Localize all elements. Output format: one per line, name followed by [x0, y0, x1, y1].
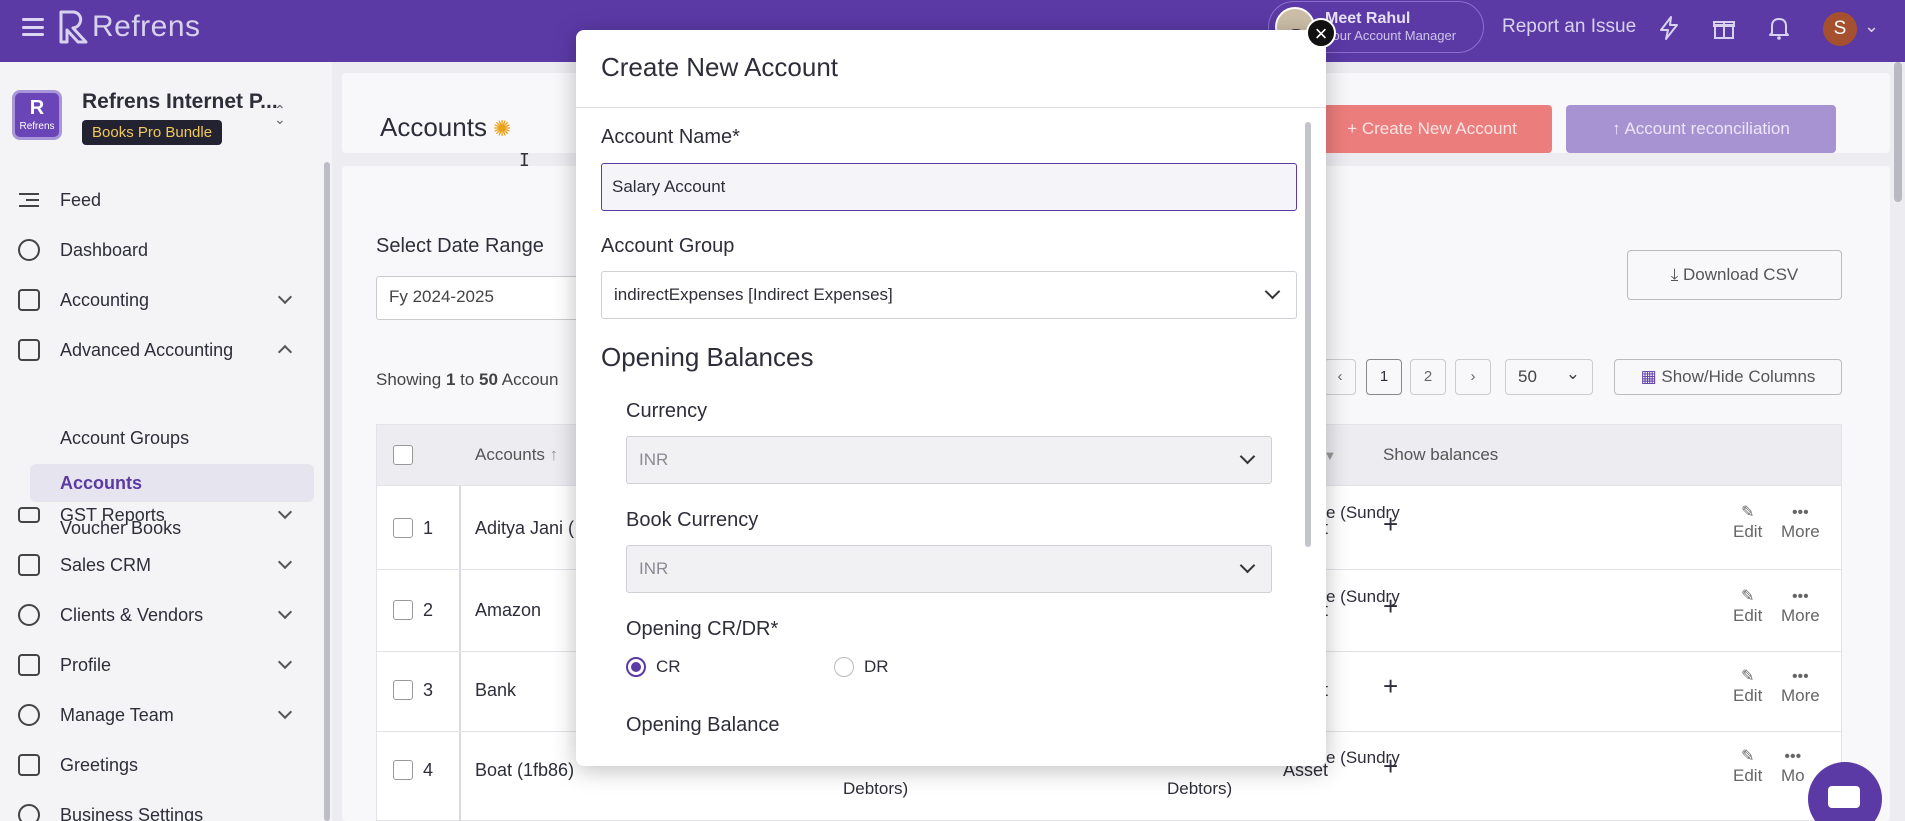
account-name-label: Account Name*	[601, 126, 740, 148]
text-cursor-icon: I	[519, 150, 530, 171]
dr-radio-label[interactable]: DR	[864, 657, 889, 677]
book-currency-select[interactable]: INR	[626, 545, 1272, 593]
account-group-label: Account Group	[601, 235, 735, 257]
currency-label: Currency	[626, 400, 708, 422]
modal-title: Create New Account	[601, 52, 839, 82]
book-currency-label: Book Currency	[626, 509, 759, 531]
chevron-down-icon	[1239, 557, 1256, 574]
cr-radio[interactable]	[626, 657, 646, 677]
close-icon[interactable]: ×	[1306, 18, 1336, 48]
create-account-modal: Create New Account Account Name* Account…	[576, 30, 1326, 766]
chevron-down-icon	[1264, 283, 1281, 300]
account-group-select[interactable]: indirectExpenses [Indirect Expenses]	[601, 271, 1297, 319]
chevron-down-icon	[1239, 448, 1256, 465]
account-name-input[interactable]	[601, 163, 1297, 211]
modal-scrollbar[interactable]	[1305, 122, 1311, 547]
opening-balance-label: Opening Balance	[626, 714, 780, 736]
dr-radio[interactable]	[834, 657, 854, 677]
opening-cr-dr-label: Opening CR/DR*	[626, 618, 779, 640]
opening-balances-heading: Opening Balances	[601, 342, 814, 372]
cr-radio-label[interactable]: CR	[656, 657, 681, 677]
modal-divider	[576, 107, 1326, 108]
currency-select[interactable]: INR	[626, 436, 1272, 484]
